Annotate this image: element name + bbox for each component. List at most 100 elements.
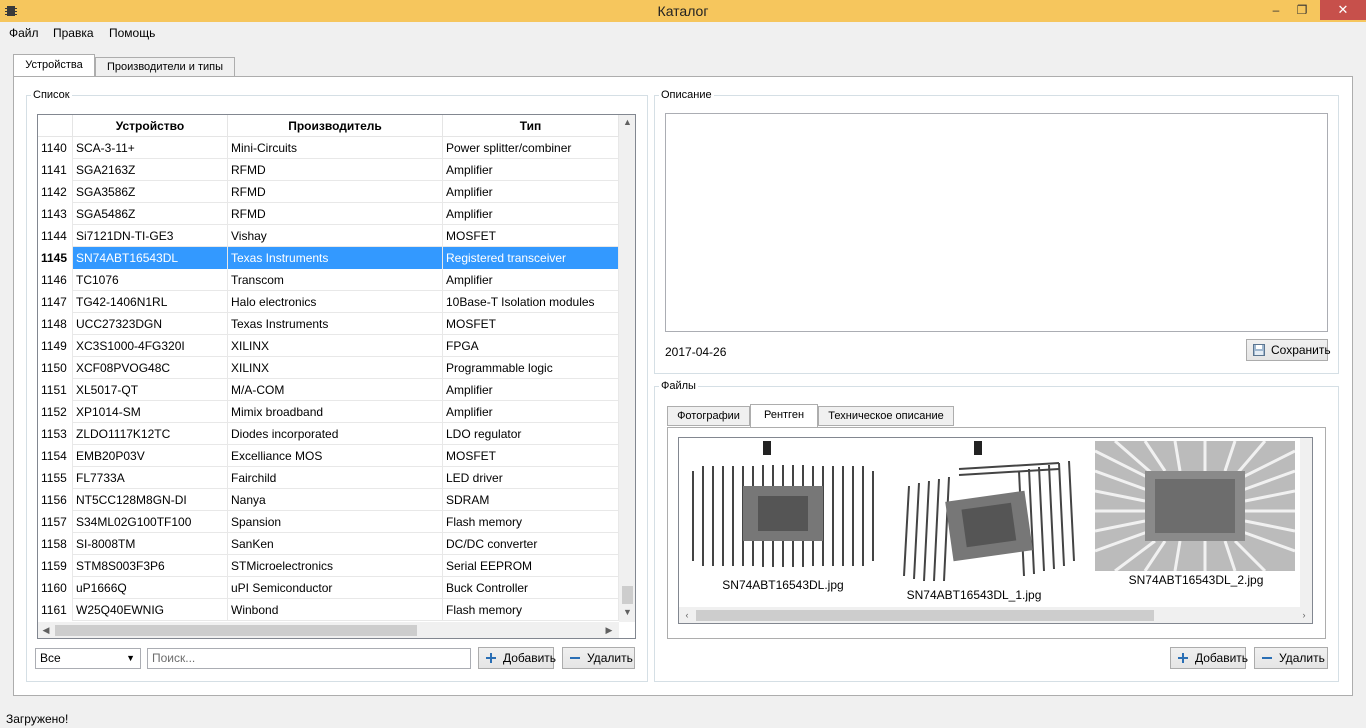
search-input[interactable]: Поиск... xyxy=(147,648,471,669)
vertical-scroll-thumb[interactable] xyxy=(622,586,633,604)
device-cell: XC3S1000-4FG320I xyxy=(73,335,228,357)
table-row[interactable]: 1159 STM8S003F3P6 STMicroelectronics Serial… xyxy=(38,555,619,577)
device-cell: SI-8008TM xyxy=(73,533,228,555)
tab-photos[interactable]: Фотографии xyxy=(667,406,750,426)
tab-devices[interactable]: Устройства xyxy=(13,54,95,78)
add-device-button[interactable]: Добавить xyxy=(478,647,556,669)
restore-button[interactable]: ❐ xyxy=(1290,0,1314,20)
minimize-button[interactable]: ‒ xyxy=(1264,0,1288,20)
add-file-label: Добавить xyxy=(1195,651,1249,665)
table-row[interactable]: 1154 EMB20P03V Excelliance MOS MOSFET xyxy=(38,445,619,467)
header-device[interactable]: Устройство xyxy=(73,115,228,137)
minus-icon xyxy=(1262,657,1272,659)
minus-icon xyxy=(570,657,580,659)
table-row[interactable]: 1144 Si7121DN-TI-GE3 Vishay MOSFET xyxy=(38,225,619,247)
menu-edit[interactable]: Правка xyxy=(53,26,94,40)
device-cell: EMB20P03V xyxy=(73,445,228,467)
xray-image-2[interactable] xyxy=(899,441,1079,586)
type-cell: Flash memory xyxy=(443,511,619,533)
type-cell: Amplifier xyxy=(443,203,619,225)
table-row[interactable]: 1155 FL7733A Fairchild LED driver xyxy=(38,467,619,489)
close-button[interactable]: ✕ xyxy=(1320,0,1366,20)
device-cell: uP1666Q xyxy=(73,577,228,599)
gallery-scroll-left-icon[interactable]: ‹ xyxy=(681,610,693,620)
table-row[interactable]: 1151 XL5017-QT M/A-COM Amplifier xyxy=(38,379,619,401)
table-row[interactable]: 1143 SGA5486Z RFMD Amplifier xyxy=(38,203,619,225)
gallery-horizontal-scrollbar[interactable]: ‹ › xyxy=(679,607,1312,623)
device-cell: S34ML02G100TF100 xyxy=(73,511,228,533)
table-row[interactable]: 1158 SI-8008TM SanKen DC/DC converter xyxy=(38,533,619,555)
type-cell: LDO regulator xyxy=(443,423,619,445)
tab-xray[interactable]: Рентген xyxy=(750,404,818,428)
image-gallery: SN74ABT16543DL.jpg SN74ABT16543DL_1.jpg … xyxy=(678,437,1313,624)
description-date: 2017-04-26 xyxy=(665,345,727,359)
filter-select[interactable]: Все ▼ xyxy=(35,648,141,669)
tab-datasheet[interactable]: Техническое описание xyxy=(818,406,954,426)
type-cell: Programmable logic xyxy=(443,357,619,379)
type-cell: Registered transceiver xyxy=(443,247,619,269)
table-row[interactable]: 1152 XP1014-SM Mimix broadband Amplifier xyxy=(38,401,619,423)
vertical-scrollbar[interactable]: ▲ ▼ xyxy=(619,115,635,622)
header-manufacturer[interactable]: Производитель xyxy=(228,115,443,137)
manufacturer-cell: M/A-COM xyxy=(228,379,443,401)
table-row[interactable]: 1141 SGA2163Z RFMD Amplifier xyxy=(38,159,619,181)
device-cell: W25Q40EWNIG xyxy=(73,599,228,621)
table-row[interactable]: 1147 TG42-1406N1RL Halo electronics 10Base-… xyxy=(38,291,619,313)
row-number: 1140 xyxy=(38,137,73,159)
type-cell: Flash memory xyxy=(443,599,619,621)
type-cell: 10Base-T Isolation modules xyxy=(443,291,619,313)
row-number: 1147 xyxy=(38,291,73,313)
add-file-button[interactable]: Добавить xyxy=(1170,647,1249,669)
description-group-label: Описание xyxy=(659,89,714,101)
xray-image-3[interactable] xyxy=(1095,441,1295,571)
scroll-down-icon[interactable]: ▼ xyxy=(619,607,635,617)
menu-file[interactable]: Файл xyxy=(9,26,39,40)
table-row[interactable]: 1160 uP1666Q uPI Semiconductor Buck Control… xyxy=(38,577,619,599)
table-row[interactable]: 1149 XC3S1000-4FG320I XILINX FPGA xyxy=(38,335,619,357)
device-cell: TC1076 xyxy=(73,269,228,291)
delete-file-button[interactable]: Удалить xyxy=(1254,647,1328,669)
save-button[interactable]: Сохранить xyxy=(1246,339,1331,361)
gallery-scroll-thumb[interactable] xyxy=(696,610,1154,621)
type-cell: Amplifier xyxy=(443,379,619,401)
filter-select-value: Все xyxy=(40,651,61,665)
type-cell: SDRAM xyxy=(443,489,619,511)
table-row[interactable]: 1148 UCC27323DGN Texas Instruments MOSFET xyxy=(38,313,619,335)
table-row[interactable]: 1150 XCF08PVOG48C XILINX Programmable logic xyxy=(38,357,619,379)
manufacturer-cell: Fairchild xyxy=(228,467,443,489)
xray-image-1[interactable] xyxy=(688,441,878,571)
horizontal-scrollbar[interactable]: ◀ ▶ xyxy=(38,622,619,638)
delete-device-button[interactable]: Удалить xyxy=(562,647,635,669)
files-group-label: Файлы xyxy=(659,380,698,392)
device-cell: XP1014-SM xyxy=(73,401,228,423)
scroll-left-icon[interactable]: ◀ xyxy=(40,625,52,636)
type-cell: LED driver xyxy=(443,467,619,489)
type-cell: Serial EEPROM xyxy=(443,555,619,577)
table-row[interactable]: 1161 W25Q40EWNIG Winbond Flash memory xyxy=(38,599,619,621)
table-row[interactable]: 1146 TC1076 Transcom Amplifier xyxy=(38,269,619,291)
header-type[interactable]: Тип xyxy=(443,115,619,137)
row-number: 1157 xyxy=(38,511,73,533)
tab-manufacturers-types[interactable]: Производители и типы xyxy=(95,57,235,77)
header-corner xyxy=(38,115,73,137)
scroll-right-icon[interactable]: ▶ xyxy=(603,625,615,636)
manufacturer-cell: XILINX xyxy=(228,357,443,379)
table-row[interactable]: 1142 SGA3586Z RFMD Amplifier xyxy=(38,181,619,203)
description-textarea[interactable] xyxy=(665,113,1328,332)
chevron-down-icon: ▼ xyxy=(126,653,135,663)
table-row[interactable]: 1156 NT5CC128M8GN-DI Nanya SDRAM xyxy=(38,489,619,511)
horizontal-scroll-thumb[interactable] xyxy=(55,625,417,636)
table-row[interactable]: 1153 ZLDO1117K12TC Diodes incorporated LDO … xyxy=(38,423,619,445)
table-row[interactable]: 1140 SCA-3-11+ Mini-Circuits Power splitter… xyxy=(38,137,619,159)
menu-help[interactable]: Помощь xyxy=(109,26,155,40)
manufacturer-cell: XILINX xyxy=(228,335,443,357)
scroll-up-icon[interactable]: ▲ xyxy=(619,117,635,127)
type-cell: Amplifier xyxy=(443,401,619,423)
manufacturer-cell: Winbond xyxy=(228,599,443,621)
table-row[interactable]: 1145 SN74ABT16543DL Texas Instruments Regis… xyxy=(38,247,619,269)
manufacturer-cell: uPI Semiconductor xyxy=(228,577,443,599)
gallery-vertical-scrollbar[interactable] xyxy=(1300,438,1312,608)
gallery-scroll-right-icon[interactable]: › xyxy=(1298,610,1310,620)
row-number: 1156 xyxy=(38,489,73,511)
table-row[interactable]: 1157 S34ML02G100TF100 Spansion Flash memory xyxy=(38,511,619,533)
